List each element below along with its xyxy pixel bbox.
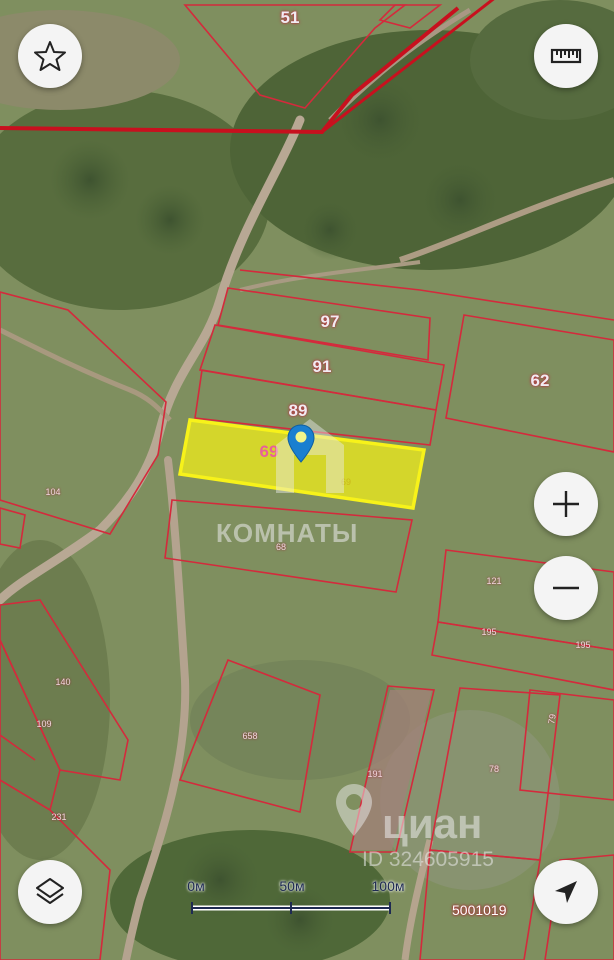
- parcel-label-97[interactable]: 97: [321, 312, 340, 332]
- parcel-label-91[interactable]: 91: [313, 357, 332, 377]
- favorite-button[interactable]: [18, 24, 82, 88]
- cadastral-block-number: 5001019: [452, 902, 507, 918]
- navigation-arrow-icon: [555, 881, 577, 903]
- scale-bar: [191, 902, 391, 914]
- map-view[interactable]: 51 97 91 89 62 69 69 104 68 121 195 195 …: [0, 0, 614, 960]
- cian-watermark: циан: [382, 800, 483, 847]
- scale-label-50: 50м: [279, 878, 305, 894]
- layers-button[interactable]: [18, 860, 82, 924]
- parcel-label-109[interactable]: 109: [36, 719, 51, 729]
- scale-label-0: 0м: [187, 878, 205, 894]
- parcel-label-140[interactable]: 140: [55, 677, 70, 687]
- ruler-button[interactable]: [534, 24, 598, 88]
- parcel-label-658[interactable]: 658: [242, 731, 257, 741]
- parcel-label-195b[interactable]: 195: [575, 640, 590, 650]
- ruler-icon: [550, 48, 582, 64]
- layers-icon: [36, 878, 64, 904]
- parcel-label-104[interactable]: 104: [45, 487, 60, 497]
- cian-logo: [336, 784, 372, 836]
- parcel-label-51[interactable]: 51: [281, 8, 300, 28]
- cian-id-watermark: ID 324605915: [362, 848, 494, 871]
- locate-button[interactable]: [534, 860, 598, 924]
- location-pin-icon[interactable]: [286, 424, 316, 464]
- scale-label-100: 100м: [371, 878, 405, 894]
- komnaty-watermark: КОМНАТЫ: [216, 518, 359, 548]
- parcel-label-191[interactable]: 191: [367, 769, 382, 779]
- parcel-label-78[interactable]: 78: [489, 764, 499, 774]
- plus-icon: [553, 491, 579, 517]
- zoom-in-button[interactable]: [534, 472, 598, 536]
- zoom-out-button[interactable]: [534, 556, 598, 620]
- parcel-label-121[interactable]: 121: [486, 576, 501, 586]
- minus-icon: [553, 586, 579, 590]
- parcel-label-231[interactable]: 231: [51, 812, 66, 822]
- parcel-label-195[interactable]: 195: [481, 627, 496, 637]
- parcel-label-62[interactable]: 62: [531, 371, 550, 391]
- parcel-label-79[interactable]: 79: [546, 713, 558, 725]
- star-icon: [34, 41, 66, 71]
